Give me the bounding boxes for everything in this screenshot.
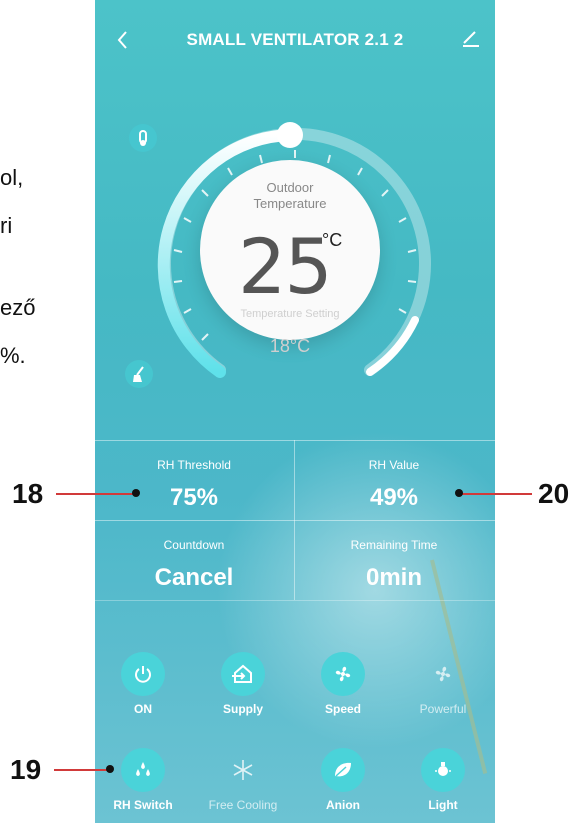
phone-screen: SMALL VENTILATOR 2.1 2 Outdoor Temperatu…: [95, 0, 495, 823]
free-cooling-button[interactable]: Free Cooling: [203, 748, 283, 812]
rh-value-value: 49%: [369, 484, 419, 511]
temperature-setting-value: 18°C: [269, 336, 311, 356]
supply-house-icon: [221, 652, 265, 696]
snowflake-icon: [221, 748, 265, 792]
water-drops-icon: [121, 748, 165, 792]
temperature-label: Temperature: [253, 196, 327, 211]
countdown-cell[interactable]: Countdown Cancel: [95, 520, 293, 618]
edit-icon[interactable]: [459, 26, 483, 50]
page-title: SMALL VENTILATOR 2.1 2: [186, 30, 404, 49]
free-cooling-label: Free Cooling: [208, 798, 278, 812]
annotation-18-dot: [132, 489, 140, 497]
temperature-dial[interactable]: Outdoor Temperature 25 °C Temperature Se…: [140, 110, 450, 400]
outdoor-label: Outdoor: [266, 180, 314, 195]
annotation-18: 18: [12, 478, 44, 509]
rh-switch-button[interactable]: RH Switch: [103, 748, 183, 812]
annotation-19-line: [54, 769, 110, 771]
remaining-time-cell: Remaining Time 0min: [295, 520, 493, 618]
light-label: Light: [428, 798, 458, 812]
powerful-button[interactable]: Powerful: [403, 652, 483, 716]
power-icon: [121, 652, 165, 696]
rh-value-label: RH Value: [368, 458, 420, 472]
temperature-unit: °C: [322, 230, 343, 250]
on-label: ON: [134, 702, 152, 716]
leaf-icon: [321, 748, 365, 792]
annotation-19-dot: [106, 765, 114, 773]
on-button[interactable]: ON: [103, 652, 183, 716]
light-button[interactable]: Light: [403, 748, 483, 812]
dial-face: Outdoor Temperature 25 °C Temperature Se…: [200, 160, 380, 356]
rh-switch-label: RH Switch: [113, 798, 173, 812]
annotation-20: 20: [538, 478, 570, 509]
annotation-19: 19: [10, 754, 42, 785]
annotation-18-line: [56, 493, 136, 495]
remaining-time-label: Remaining Time: [350, 538, 438, 552]
rh-threshold-value: 75%: [169, 484, 219, 511]
speed-button[interactable]: Speed: [303, 652, 383, 716]
side-text-2: ri: [0, 213, 13, 238]
lightbulb-icon: [421, 748, 465, 792]
fan-icon: [321, 652, 365, 696]
top-bar: SMALL VENTILATOR 2.1 2: [95, 0, 495, 68]
side-text-1: ol,: [0, 165, 24, 190]
countdown-label: Countdown: [163, 538, 225, 552]
supply-label: Supply: [222, 702, 263, 716]
anion-label: Anion: [326, 798, 360, 812]
annotation-20-line: [460, 493, 532, 495]
speed-label: Speed: [324, 702, 361, 716]
powerful-fan-icon: [421, 652, 465, 696]
annotation-20-dot: [455, 489, 463, 497]
powerful-label: Powerful: [419, 702, 467, 716]
anion-button[interactable]: Anion: [303, 748, 383, 812]
side-text-4: %.: [0, 343, 26, 368]
side-text-3: ező: [0, 295, 36, 320]
temperature-value: 25: [238, 222, 333, 311]
rh-threshold-label: RH Threshold: [157, 458, 231, 472]
supply-button[interactable]: Supply: [203, 652, 283, 716]
temperature-setting-label: Temperature Setting: [240, 308, 340, 320]
remaining-time-value: 0min: [365, 564, 422, 591]
countdown-value: Cancel: [154, 564, 234, 591]
